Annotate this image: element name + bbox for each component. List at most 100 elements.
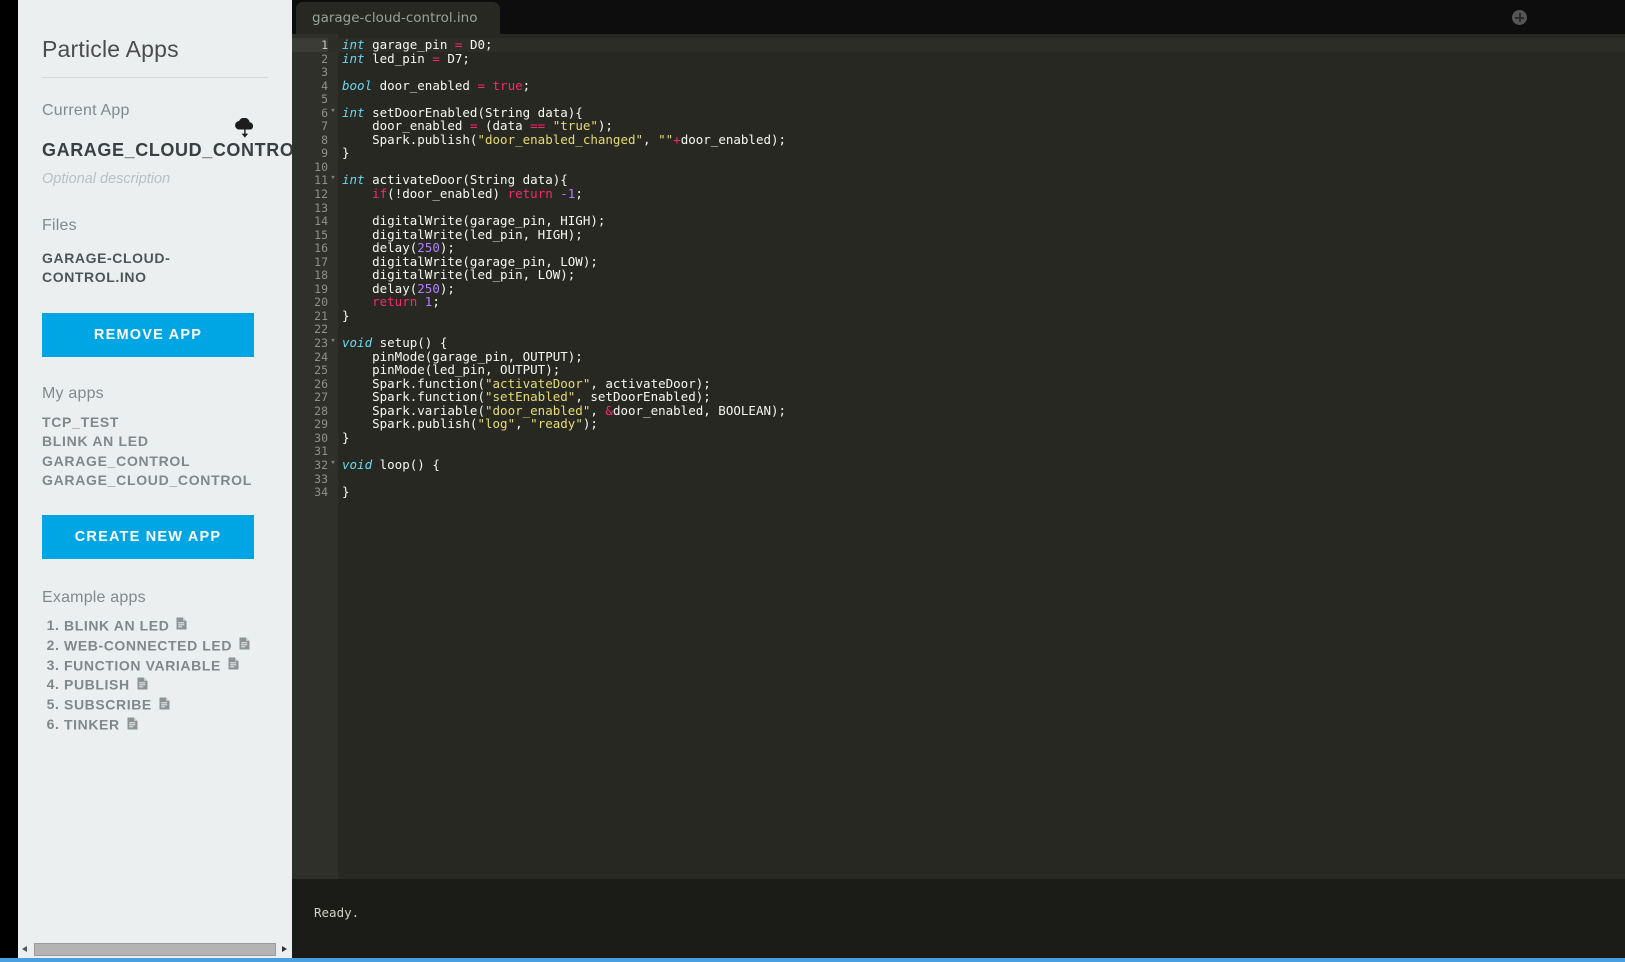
code-line[interactable]: 12 if(!door_enabled) return -1; [292,187,1625,201]
document-icon[interactable] [127,716,138,735]
optional-description[interactable]: Optional description [42,171,268,187]
example-app-item[interactable]: BLINK AN LED [64,616,268,636]
code-token: } [342,429,350,445]
code-text: int led_pin = D7; [342,50,470,66]
plus-circle-icon[interactable] [1512,10,1527,25]
fold-toggle-icon[interactable]: ▾ [328,458,338,468]
document-icon[interactable] [137,676,148,695]
code-line[interactable]: 13 [292,201,1625,215]
line-number: 12 [314,187,328,202]
code-line[interactable]: 29 Spark.publish("log", "ready"); [292,417,1625,431]
code-line[interactable]: 23 ▾ void setup() { [292,336,1625,350]
code-line[interactable]: 19 delay(250); [292,282,1625,296]
code-line[interactable]: 5 [292,92,1625,106]
code-token: D7; [439,50,470,66]
code-token: if [372,186,388,202]
code-token: "ready" [530,416,583,432]
code-line[interactable]: 8 Spark.publish("door_enabled_changed", … [292,133,1625,147]
code-line[interactable]: 14 digitalWrite(garage_pin, HIGH); [292,214,1625,228]
example-apps-label: Example apps [42,588,146,606]
document-icon[interactable] [159,696,170,715]
code-token: = [477,77,485,93]
code-line[interactable]: 21} [292,309,1625,323]
fold-toggle-icon[interactable]: ▾ [328,106,338,116]
line-number: 23 [314,336,328,351]
example-app-item[interactable]: WEB-CONNECTED LED [64,636,268,656]
create-new-app-button[interactable]: CREATE NEW APP [42,514,254,559]
editor-tab-file[interactable]: garage-cloud-control.ino [296,2,500,34]
code-line[interactable]: 32 ▾ void loop() { [292,458,1625,472]
code-line[interactable]: 22 [292,322,1625,336]
code-line[interactable]: 18 digitalWrite(led_pin, LOW); [292,268,1625,282]
code-line[interactable]: 11 ▾ int activateDoor(String data){ [292,173,1625,187]
code-line[interactable]: 17 digitalWrite(garage_pin, LOW); [292,254,1625,268]
file-list-item[interactable]: GARAGE-CLOUD-CONTROL.INO [42,249,268,287]
example-app-item[interactable]: FUNCTION VARIABLE [64,656,268,676]
code-token: } [342,145,350,161]
code-text: Spark.function("activateDoor", activateD… [342,376,711,391]
line-number: 11 [314,173,328,188]
arrow-left-icon[interactable] [18,942,33,957]
code-line[interactable]: 24 pinMode(garage_pin, OUTPUT); [292,349,1625,363]
code-text: delay(250); [342,282,455,296]
code-line[interactable]: 9} [292,146,1625,160]
code-line[interactable]: 3 [292,65,1625,79]
code-text: digitalWrite(led_pin, LOW); [342,268,575,282]
example-app-item[interactable]: SUBSCRIBE [64,695,268,715]
my-app-item[interactable]: GARAGE_CONTROL [42,452,268,472]
cloud-download-icon[interactable] [232,117,258,140]
code-line[interactable]: 20 return 1; [292,295,1625,309]
code-token: , [515,416,531,432]
fold-toggle-icon[interactable]: ▾ [328,173,338,183]
my-apps-label: My apps [42,384,104,402]
current-app-name[interactable]: GARAGE_CLOUD_CONTROL [42,140,306,161]
code-editor[interactable]: 1 int garage_pin = D0; 2 int led_pin = D7; 3… [292,34,1625,879]
code-text: door_enabled = (data == "true"); [342,119,613,133]
scrollbar-thumb[interactable] [34,943,276,956]
code-line[interactable]: 28 Spark.variable("door_enabled", &door_… [292,402,1625,418]
code-token: -1 [560,186,576,202]
code-token: door_enabled); [680,131,787,147]
code-line[interactable]: 7 door_enabled = (data == "true"); [292,119,1625,133]
my-app-item[interactable]: TCP_TEST [42,413,268,433]
code-line[interactable]: 27 Spark.function("setEnabled", setDoorE… [292,390,1625,404]
document-icon[interactable] [228,656,239,675]
my-app-item[interactable]: BLINK AN LED [42,432,268,452]
horizontal-scrollbar[interactable] [18,942,292,957]
line-number: 9 [321,146,328,161]
code-line[interactable]: 6 ▾ int setDoorEnabled(String data){ [292,105,1625,119]
code-line[interactable]: 34} [292,485,1625,499]
code-text: } [342,485,350,499]
code-token: door_enabled, BOOLEAN); [612,402,787,418]
code-token: int [342,50,365,66]
code-line[interactable]: 16 delay(250); [292,241,1625,255]
code-line[interactable]: 15 digitalWrite(led_pin, HIGH); [292,227,1625,241]
code-token: = [432,50,440,66]
my-app-item[interactable]: GARAGE_CLOUD_CONTROL [42,471,268,491]
code-line[interactable]: 25 pinMode(led_pin, OUTPUT); [292,363,1625,377]
code-line[interactable]: 1 int garage_pin = D0; [292,38,1625,52]
example-app-item[interactable]: PUBLISH [64,675,268,695]
remove-app-button[interactable]: REMOVE APP [42,312,254,357]
code-line[interactable]: 33 [292,472,1625,486]
code-token: (!door_enabled) [387,186,508,202]
code-line[interactable]: 4 bool door_enabled = true; [292,77,1625,93]
code-line[interactable]: 10 [292,160,1625,174]
code-line[interactable]: 26 Spark.function("activateDoor", activa… [292,376,1625,391]
example-app-item[interactable]: TINKER [64,715,268,735]
code-line[interactable]: 2 int led_pin = D7; [292,50,1625,66]
fold-toggle-icon[interactable]: ▾ [328,336,338,346]
left-edge-strip [0,0,18,962]
code-text: } [342,431,350,445]
line-number: 19 [314,281,328,296]
title-divider [42,77,268,78]
code-lines[interactable]: 1 int garage_pin = D0; 2 int led_pin = D7; 3… [292,34,1625,499]
code-line[interactable]: 30} [292,431,1625,445]
code-token: ; [575,186,583,202]
code-line[interactable]: 31 [292,444,1625,458]
document-icon[interactable] [239,636,250,655]
document-icon[interactable] [176,616,187,635]
arrow-right-icon[interactable] [277,942,292,957]
